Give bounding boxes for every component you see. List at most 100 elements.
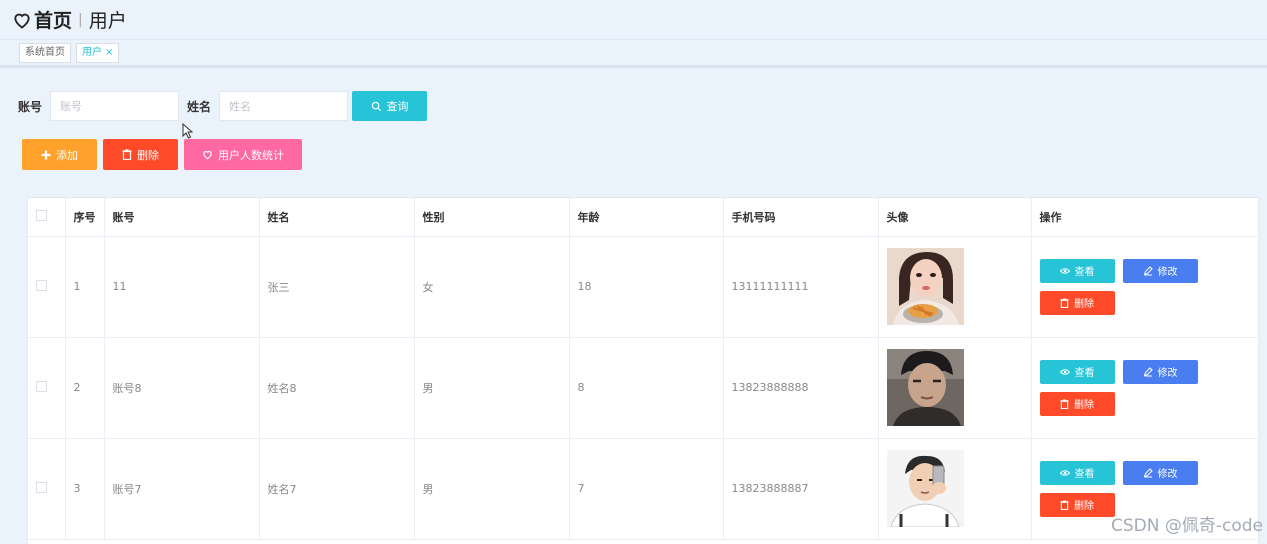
- user-stats-button[interactable]: 用户人数统计: [184, 139, 302, 170]
- delete-button[interactable]: 删除: [1039, 492, 1115, 517]
- edit-button-label: 修改: [1157, 267, 1178, 278]
- edit-button[interactable]: 修改: [1122, 258, 1198, 283]
- trash-icon: [1060, 499, 1069, 510]
- tag-home[interactable]: 系统首页: [19, 42, 71, 63]
- delete-button-label: 删除: [1074, 501, 1094, 512]
- delete-button-label: 删除: [1074, 400, 1094, 411]
- phone-cell: 13823888888: [723, 337, 879, 439]
- phone-cell: 13823888887: [723, 438, 879, 540]
- row-select-cell: [28, 337, 66, 439]
- column-header: 头像: [878, 198, 1032, 237]
- actions-cell: 查看 修改 删除: [1031, 337, 1261, 439]
- pencil-icon: [1143, 467, 1153, 477]
- view-button[interactable]: 查看: [1039, 258, 1115, 283]
- avatar-cell: [878, 236, 1032, 338]
- index-cell: 3: [65, 438, 105, 540]
- avatar[interactable]: [886, 248, 964, 325]
- row-checkbox[interactable]: [36, 279, 47, 291]
- name-cell: 姓名8: [259, 337, 415, 439]
- column-header: 操作: [1031, 198, 1261, 237]
- row-select-cell: [28, 236, 66, 338]
- actions-cell: 查看 修改 删除: [1031, 236, 1261, 338]
- account-label: 账号: [18, 99, 43, 114]
- edit-button[interactable]: 修改: [1122, 359, 1198, 384]
- age-cell: 18: [569, 236, 724, 338]
- mouse-cursor-icon: [182, 123, 194, 139]
- eye-icon: [1059, 267, 1070, 274]
- column-header: 账号: [104, 198, 260, 237]
- view-button-label: 查看: [1074, 469, 1095, 480]
- account-cell: 账号7: [104, 438, 260, 540]
- edit-button-label: 修改: [1157, 469, 1178, 480]
- eye-icon: [1059, 469, 1070, 476]
- avatar-cell: [878, 438, 1032, 540]
- view-button-label: 查看: [1074, 368, 1095, 379]
- avatar[interactable]: [886, 349, 964, 426]
- query-button-label: 查询: [386, 100, 409, 113]
- table-row: 2 账号8 姓名8 男 8 13823888888 查看 修改 删除: [28, 337, 1261, 439]
- column-header: 年龄: [569, 198, 724, 237]
- heart-icon: [203, 150, 212, 160]
- select-all-checkbox[interactable]: [36, 209, 47, 221]
- delete-button[interactable]: 删除: [1039, 391, 1115, 416]
- plus-icon: [41, 150, 51, 159]
- watermark: CSDN @佩奇-code: [1110, 516, 1263, 536]
- search-form: 账号 姓名: [18, 91, 349, 121]
- avatar[interactable]: [886, 450, 964, 527]
- home-title[interactable]: 首页: [34, 6, 72, 33]
- row-checkbox[interactable]: [36, 380, 47, 392]
- view-button[interactable]: 查看: [1039, 359, 1115, 384]
- view-button-label: 查看: [1074, 267, 1095, 278]
- tag-label: 用户: [82, 46, 102, 58]
- column-header: 手机号码: [723, 198, 879, 237]
- table-header-row: 序号 账号 姓名 性别 年龄 手机号码 头像 操作: [28, 198, 1261, 237]
- tag-label: 系统首页: [25, 46, 65, 58]
- account-input[interactable]: [50, 91, 180, 121]
- trash-icon: [122, 149, 132, 160]
- index-cell: 2: [65, 337, 105, 439]
- avatar-cell: [878, 337, 1032, 439]
- index-cell: 1: [65, 236, 105, 338]
- row-select-cell: [28, 438, 66, 540]
- pencil-icon: [1143, 265, 1153, 275]
- view-button[interactable]: 查看: [1039, 460, 1115, 485]
- gender-cell: 男: [414, 337, 570, 439]
- name-input[interactable]: [219, 91, 349, 121]
- query-button[interactable]: 查询: [352, 91, 427, 121]
- batch-delete-button[interactable]: 删除: [103, 139, 178, 170]
- table-row: 3 账号7 姓名7 男 7 13823888887 查看 修改 删除: [28, 438, 1261, 540]
- delete-button[interactable]: 删除: [1039, 290, 1115, 315]
- tag-user[interactable]: 用户 ×: [76, 42, 120, 63]
- age-cell: 7: [569, 438, 724, 540]
- trash-icon: [1060, 398, 1069, 409]
- gender-cell: 男: [414, 438, 570, 540]
- name-cell: 张三: [259, 236, 415, 338]
- phone-cell: 13111111111: [723, 236, 879, 338]
- name-cell: 姓名7: [259, 438, 415, 540]
- trash-icon: [1060, 297, 1069, 308]
- tags-bar: 系统首页 用户 ×: [0, 40, 1267, 68]
- column-header: 姓名: [259, 198, 415, 237]
- add-button-label: 添加: [56, 148, 78, 162]
- close-icon[interactable]: ×: [105, 44, 113, 62]
- name-label: 姓名: [187, 99, 212, 114]
- search-icon: [371, 101, 381, 111]
- user-table: 序号 账号 姓名 性别 年龄 手机号码 头像 操作 1 11 张三 女 18 1…: [27, 197, 1261, 544]
- eye-icon: [1059, 368, 1070, 375]
- edit-button[interactable]: 修改: [1122, 460, 1198, 485]
- column-header: 性别: [414, 198, 570, 237]
- select-all-cell: [28, 198, 66, 237]
- row-checkbox[interactable]: [36, 481, 47, 493]
- pencil-icon: [1143, 366, 1153, 376]
- breadcrumb-separator: |: [78, 11, 83, 28]
- heart-icon: [14, 13, 30, 29]
- add-button[interactable]: 添加: [22, 139, 97, 170]
- table-row: 1 11 张三 女 18 13111111111 查看 修改 删除: [28, 236, 1261, 338]
- column-header: 序号: [65, 198, 105, 237]
- age-cell: 8: [569, 337, 724, 439]
- gender-cell: 女: [414, 236, 570, 338]
- stats-button-label: 用户人数统计: [218, 148, 284, 162]
- page-title: 用户: [88, 10, 127, 32]
- account-cell: 11: [104, 236, 260, 338]
- page-header: 首页 | 用户: [0, 0, 1267, 40]
